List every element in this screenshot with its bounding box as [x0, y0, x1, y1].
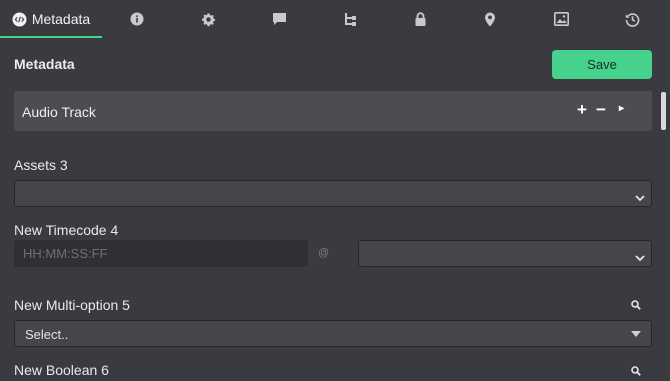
tree-icon: [343, 12, 357, 27]
map-pin-icon: [484, 12, 496, 27]
search-icon[interactable]: [631, 363, 641, 381]
tab-bar: Metadata: [0, 0, 670, 38]
page-title: Metadata: [14, 56, 75, 72]
scrollbar-thumb[interactable]: [661, 92, 666, 130]
timecode-input[interactable]: HH:MM:SS:FF: [14, 240, 308, 267]
active-tab-indicator: [0, 36, 102, 38]
code-icon: [12, 12, 27, 27]
comment-icon: [272, 12, 287, 26]
assets-select[interactable]: [14, 180, 652, 207]
expand-button[interactable]: ▸: [619, 103, 624, 114]
audio-track-row[interactable]: Audio Track + − ▸: [14, 91, 652, 131]
timecode-label: New Timecode 4: [14, 222, 119, 238]
info-icon: [130, 12, 144, 26]
history-icon: [625, 12, 640, 27]
tab-hierarchy[interactable]: [335, 0, 365, 38]
remove-button[interactable]: −: [596, 100, 606, 120]
tab-metadata-label: Metadata: [31, 11, 91, 27]
tab-images[interactable]: [546, 0, 576, 38]
tab-history[interactable]: [617, 0, 647, 38]
frame-rate-select[interactable]: [358, 240, 652, 267]
tab-settings[interactable]: [193, 0, 223, 38]
audio-track-label: Audio Track: [22, 104, 96, 120]
chevron-down-icon: [635, 189, 645, 207]
chevron-down-icon: [635, 249, 645, 267]
gear-icon: [201, 12, 216, 27]
caret-down-icon: [631, 331, 641, 337]
add-button[interactable]: +: [577, 100, 587, 120]
timecode-placeholder: HH:MM:SS:FF: [23, 246, 108, 261]
boolean-label: New Boolean 6: [14, 362, 109, 378]
assets-label: Assets 3: [14, 157, 68, 173]
save-button[interactable]: Save: [552, 50, 652, 79]
tab-comments[interactable]: [264, 0, 294, 38]
image-icon: [553, 12, 569, 26]
multi-option-select[interactable]: Select..: [14, 320, 652, 347]
tab-metadata[interactable]: Metadata: [0, 0, 102, 38]
multi-option-label: New Multi-option 5: [14, 297, 130, 313]
tab-permissions[interactable]: [405, 0, 435, 38]
tab-info[interactable]: [122, 0, 152, 38]
lock-icon: [414, 11, 427, 27]
at-separator: @: [318, 247, 330, 259]
tab-location[interactable]: [475, 0, 505, 38]
multi-option-value: Select..: [25, 327, 69, 342]
search-icon[interactable]: [631, 297, 641, 315]
